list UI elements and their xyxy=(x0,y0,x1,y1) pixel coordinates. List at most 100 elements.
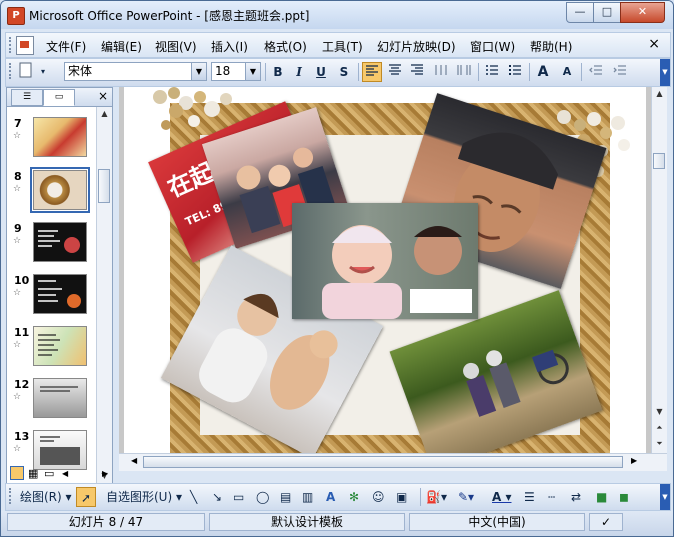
vertical-textbox-icon[interactable]: ▥ xyxy=(302,487,313,507)
align-left-button[interactable] xyxy=(362,62,382,82)
document-close-button[interactable]: × xyxy=(648,36,660,52)
toolbar-options-icon[interactable]: ▼ xyxy=(660,484,670,510)
previous-slide-icon[interactable]: ⏶ xyxy=(652,421,667,435)
italic-button[interactable]: I xyxy=(289,62,309,82)
spelling-check-icon[interactable]: ✓ xyxy=(589,513,623,531)
scroll-right-icon[interactable]: ▶ xyxy=(102,469,108,478)
menu-help[interactable]: 帮助(H) xyxy=(530,38,572,55)
wordart-icon[interactable]: A xyxy=(326,487,335,507)
font-name-combo[interactable]: 宋体 ▼ xyxy=(64,62,207,81)
minimize-button[interactable]: — xyxy=(566,2,594,23)
scroll-up-icon[interactable]: ▲ xyxy=(97,107,112,121)
slide-thumbnail[interactable] xyxy=(33,326,87,366)
maximize-button[interactable]: □ xyxy=(593,2,621,23)
next-slide-icon[interactable]: ⏷ xyxy=(652,437,667,451)
distribute-button[interactable] xyxy=(431,62,451,82)
underline-button[interactable]: U xyxy=(311,62,331,82)
bullets-button[interactable] xyxy=(505,62,525,82)
decrease-indent-button[interactable] xyxy=(586,62,606,82)
numbering-button[interactable] xyxy=(482,62,502,82)
menu-window[interactable]: 窗口(W) xyxy=(470,38,515,55)
menu-format[interactable]: 格式(O) xyxy=(264,38,307,55)
fill-color-icon[interactable]: ⛽▾ xyxy=(426,487,447,507)
clipart-icon[interactable]: ☺ xyxy=(372,487,385,507)
shadow-button[interactable]: S xyxy=(334,62,354,82)
slide-thumbnail-row[interactable]: 7 ☆ xyxy=(7,117,97,167)
arrow-style-icon[interactable]: ⇄ xyxy=(571,487,581,507)
tab-slides[interactable]: ▭ xyxy=(43,89,75,106)
close-button[interactable]: ✕ xyxy=(620,2,665,23)
chevron-down-icon[interactable]: ▼ xyxy=(191,63,206,80)
scroll-left-icon[interactable]: ◀ xyxy=(62,469,68,478)
slides-pane-scrollbar[interactable]: ▲ ▼ xyxy=(96,107,112,483)
chevron-down-icon[interactable]: ▾ xyxy=(38,62,48,82)
arrow-tool-icon[interactable]: ↘ xyxy=(212,487,222,507)
textbox-tool-icon[interactable]: ▤ xyxy=(280,487,291,507)
scroll-thumb[interactable] xyxy=(98,169,110,203)
slide-thumbnail-row[interactable]: 8 ☆ xyxy=(7,167,97,220)
slideshow-view-icon[interactable]: ▭ xyxy=(44,467,54,480)
line-color-icon[interactable]: ✎▾ xyxy=(458,487,474,507)
rectangle-tool-icon[interactable]: ▭ xyxy=(233,487,244,507)
slide-thumbnail-row[interactable]: 11 ☆ xyxy=(7,326,97,376)
scroll-right-icon[interactable]: ▶ xyxy=(631,456,637,465)
oval-tool-icon[interactable]: ◯ xyxy=(256,487,269,507)
menu-view[interactable]: 视图(V) xyxy=(155,38,197,55)
slide-thumbnail[interactable] xyxy=(33,378,87,418)
document-icon[interactable] xyxy=(16,36,34,55)
editor-vertical-scrollbar[interactable]: ▲ ▼ ⏶ ⏷ xyxy=(651,87,667,453)
line-tool-icon[interactable]: ╲ xyxy=(190,487,197,507)
slide-sorter-view-icon[interactable]: ▦ xyxy=(28,467,38,480)
grow-font-button[interactable]: A xyxy=(533,62,553,82)
toolbar-grip[interactable] xyxy=(9,63,14,79)
shadow-style-icon[interactable]: ■ xyxy=(596,487,607,507)
chevron-down-icon[interactable]: ▼ xyxy=(245,63,260,80)
menu-insert[interactable]: 插入(I) xyxy=(211,38,248,55)
menu-tools[interactable]: 工具(T) xyxy=(322,38,363,55)
shrink-font-button[interactable]: A xyxy=(557,62,577,82)
increase-indent-button[interactable] xyxy=(610,62,630,82)
slide-thumbnail-row[interactable]: 10 ☆ xyxy=(7,274,97,324)
draw-menu-button[interactable]: 绘图(R) ▾ xyxy=(20,487,72,507)
scroll-up-icon[interactable]: ▲ xyxy=(652,87,667,101)
slide-thumbnail-row[interactable]: 12 ☆ xyxy=(7,378,97,428)
slide-thumbnail[interactable] xyxy=(33,430,87,470)
insert-picture-icon[interactable]: ▣ xyxy=(396,487,407,507)
columns-button[interactable] xyxy=(454,62,474,82)
font-size-combo[interactable]: 18 ▼ xyxy=(211,62,261,81)
scroll-left-icon[interactable]: ◀ xyxy=(131,456,137,465)
autoshapes-button[interactable]: 自选图形(U) ▾ xyxy=(106,487,182,507)
menu-edit[interactable]: 编辑(E) xyxy=(101,38,142,55)
3d-style-icon[interactable]: ◼ xyxy=(619,487,629,507)
slide-thumbnail[interactable] xyxy=(33,274,87,314)
toolbar-grip[interactable] xyxy=(9,37,14,53)
font-color-icon[interactable]: A ▾ xyxy=(492,487,512,507)
slide-thumbnail[interactable] xyxy=(33,117,87,157)
select-pointer-icon[interactable]: ➚ xyxy=(76,487,96,507)
pane-close-button[interactable]: × xyxy=(98,89,108,103)
normal-view-icon[interactable] xyxy=(10,466,24,480)
align-right-button[interactable] xyxy=(407,62,427,82)
menu-file[interactable]: 文件(F) xyxy=(46,38,86,55)
scroll-thumb[interactable] xyxy=(143,456,623,468)
line-style-icon[interactable]: ☰ xyxy=(524,487,535,507)
menu-slideshow[interactable]: 幻灯片放映(D) xyxy=(377,38,456,55)
new-slide-icon[interactable] xyxy=(16,62,36,82)
tab-outline[interactable]: ☰ xyxy=(11,89,43,106)
scroll-thumb[interactable] xyxy=(653,153,665,169)
editor-horizontal-scrollbar[interactable]: ◀ ▶ xyxy=(119,453,667,471)
slide-thumbnail[interactable] xyxy=(33,170,87,210)
slide-thumbnail[interactable] xyxy=(33,222,87,262)
baby-grandmother-photo[interactable] xyxy=(292,203,478,319)
scroll-down-icon[interactable]: ▼ xyxy=(652,405,667,419)
diagram-icon[interactable]: ✻ xyxy=(349,487,359,507)
bold-button[interactable]: B xyxy=(268,62,288,82)
animation-star-icon: ☆ xyxy=(13,131,22,141)
toolbar-options-icon[interactable]: ▼ xyxy=(660,59,670,86)
slide-canvas[interactable]: 在起点 TEL: 89495 xyxy=(124,87,646,453)
dash-style-icon[interactable]: ┄ xyxy=(548,487,555,507)
toolbar-grip[interactable] xyxy=(9,488,14,504)
slide-thumbnail-row[interactable]: 9 ☆ xyxy=(7,222,97,272)
align-center-button[interactable] xyxy=(385,62,405,82)
powerpoint-icon[interactable]: P xyxy=(7,7,25,25)
